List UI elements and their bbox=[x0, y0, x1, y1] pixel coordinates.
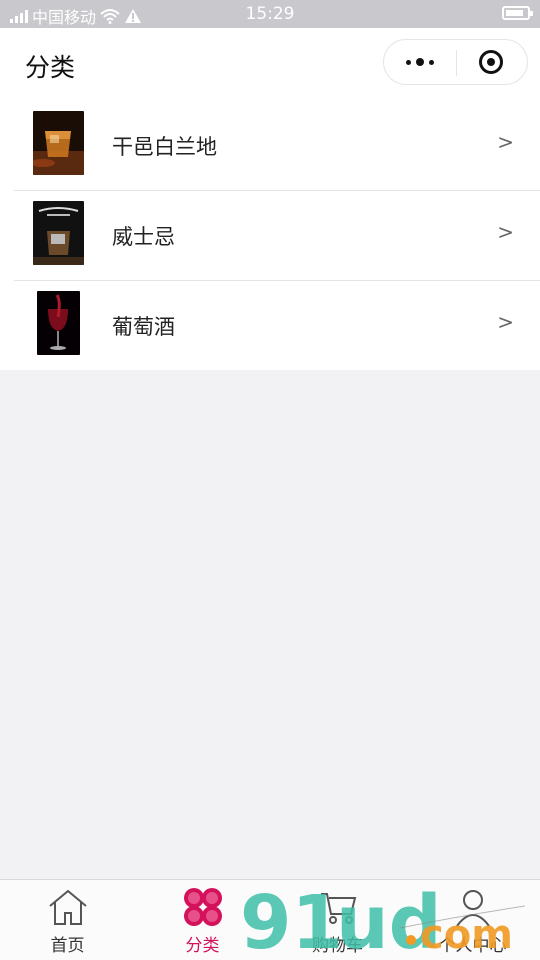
chevron-right-icon: > bbox=[497, 310, 514, 334]
tab-label: 购物车 bbox=[312, 936, 363, 956]
chevron-right-icon: > bbox=[497, 130, 514, 154]
tab-home[interactable]: 首页 bbox=[0, 880, 135, 960]
tab-label: 分类 bbox=[185, 936, 220, 956]
nav-header: 分类 bbox=[0, 28, 540, 100]
status-bar: 中国移动 15:29 bbox=[0, 0, 540, 28]
category-item-whiskey[interactable]: 威士忌 > bbox=[0, 190, 540, 280]
more-dots-icon bbox=[406, 58, 434, 66]
red-wine-glass-thumbnail bbox=[37, 291, 80, 355]
chevron-right-icon: > bbox=[497, 220, 514, 244]
battery-icon bbox=[502, 6, 533, 20]
close-button[interactable] bbox=[455, 40, 527, 84]
home-icon bbox=[49, 889, 87, 925]
brandy-glass-thumbnail bbox=[33, 111, 84, 175]
clover-icon bbox=[184, 888, 222, 926]
category-list: 干邑白兰地 > 威士忌 > 葡萄酒 > bbox=[0, 100, 540, 370]
category-label: 葡萄酒 bbox=[112, 315, 175, 339]
cart-icon bbox=[321, 893, 357, 924]
mini-program-capsule bbox=[383, 39, 528, 85]
page-title: 分类 bbox=[25, 53, 76, 82]
category-label: 干邑白兰地 bbox=[112, 135, 217, 159]
category-item-wine[interactable]: 葡萄酒 > bbox=[0, 280, 540, 370]
tab-cart[interactable]: 购物车 bbox=[270, 880, 405, 960]
target-circle-icon bbox=[479, 50, 503, 74]
tab-profile[interactable]: 个人中心 bbox=[405, 880, 540, 960]
category-item-brandy[interactable]: 干邑白兰地 > bbox=[0, 100, 540, 190]
tab-label: 首页 bbox=[50, 936, 85, 956]
tab-bar: 首页 分类 购物车 个人中心 bbox=[0, 879, 540, 960]
status-right bbox=[502, 6, 533, 20]
more-button[interactable] bbox=[384, 40, 456, 84]
tab-category[interactable]: 分类 bbox=[135, 880, 270, 960]
category-label: 威士忌 bbox=[112, 225, 175, 249]
status-time: 15:29 bbox=[245, 4, 295, 24]
whiskey-bottle-thumbnail bbox=[33, 201, 84, 265]
tab-label: 个人中心 bbox=[438, 936, 507, 956]
user-icon bbox=[456, 890, 490, 927]
